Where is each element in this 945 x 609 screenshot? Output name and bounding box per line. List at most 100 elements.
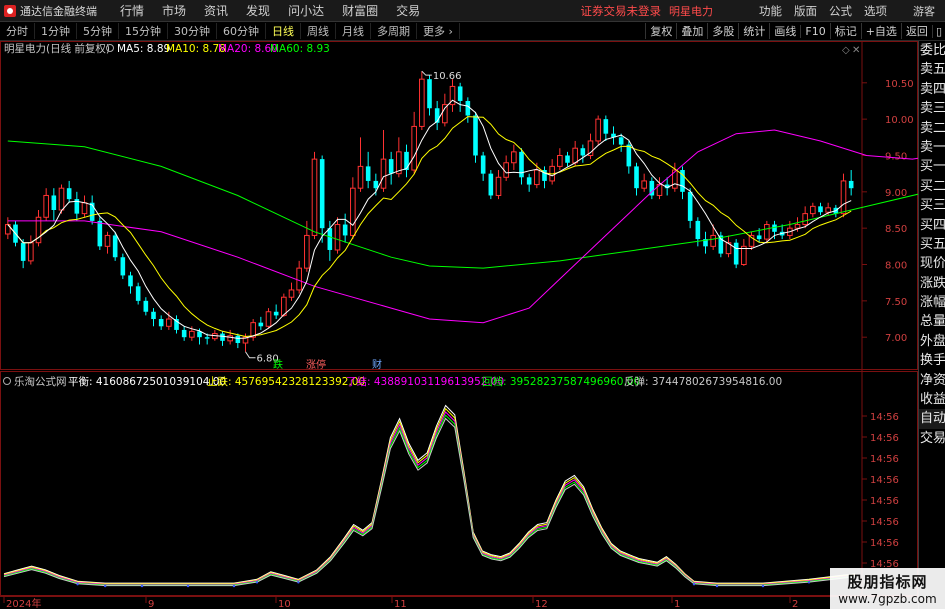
side-buy2[interactable]: 买二 [919,177,945,196]
candle-body [511,151,517,164]
period-monthly[interactable]: 月线 [336,23,371,39]
ma5-line [7,99,852,339]
menu-faxian[interactable]: 发现 [237,2,279,19]
period-5min[interactable]: 5分钟 [77,23,119,39]
candle-body [189,330,195,338]
x-tick-label: 12 [535,599,548,609]
side-sell1[interactable]: 卖一 [919,138,945,157]
price-y-tick-label: 8.00 [885,261,907,272]
high-arrow [421,70,432,76]
side-price[interactable]: 现价 [919,254,945,273]
period-more[interactable]: 更多 › [417,23,460,39]
side-sell4[interactable]: 卖四 [919,80,945,99]
candle-body [128,275,133,287]
menu-shichang[interactable]: 市场 [153,2,195,19]
candle-body [304,234,310,269]
diamond-icon[interactable]: ◇ [842,45,850,56]
side-trade[interactable]: 交易 [919,429,945,448]
tool-duogu[interactable]: 多股 [707,23,738,39]
period-60min[interactable]: 60分钟 [217,23,266,39]
candle-body [365,166,371,181]
candle-body [480,155,486,174]
indicator-y-tick-label: 14:56 [870,454,899,465]
ma60-line [7,140,918,269]
indicator-line-0 [3,404,856,584]
period-1min[interactable]: 1分钟 [35,23,77,39]
menu-zixun[interactable]: 资讯 [195,2,237,19]
indicator-baseline-dot [807,581,811,584]
tool-back[interactable]: 返回 [900,23,932,39]
side-change[interactable]: 涨跌 [919,274,945,293]
price-y-tick-label: 10.50 [885,79,914,90]
tool-add-favorite[interactable]: +自选 [860,23,901,39]
close-panel-icon[interactable]: ✕ [852,45,860,56]
watermark-title: 股朋指标网 [847,573,928,591]
tool-biaoji[interactable]: 标记 [829,23,861,39]
candle-body [818,206,823,213]
ma10-line [7,116,852,338]
period-multi[interactable]: 多周期 [371,23,417,39]
period-15min[interactable]: 15分钟 [119,23,168,39]
candle-body [580,148,586,156]
side-volume[interactable]: 总量 [919,312,945,331]
low-arrow [245,351,256,359]
side-sell5[interactable]: 卖五 [919,60,945,79]
candle-body [802,213,808,226]
side-change-pct[interactable]: 涨幅 [919,293,945,312]
chart-area[interactable]: 明星电力(日线 前复权) MA5: 8.89 MA10: 8.78 MA20: … [0,41,918,609]
side-buy1[interactable]: 买一 [919,157,945,176]
candle-body [258,322,264,327]
menu-gongshi[interactable]: 公式 [823,3,858,19]
side-weibi[interactable]: 委比 [919,41,945,60]
menu-banmian[interactable]: 版面 [788,3,823,19]
period-toolbar: 分时 1分钟 5分钟 15分钟 30分钟 60分钟 日线 周线 月线 多周期 更… [0,22,945,41]
side-auto[interactable]: 自动 [919,409,945,429]
tool-f10[interactable]: F10 [800,24,829,38]
guest-user[interactable]: 游客 [913,3,935,19]
side-buy5[interactable]: 买五 [919,235,945,254]
period-daily[interactable]: 日线 [266,23,301,39]
menu-wenxiaoda[interactable]: 问小达 [279,2,333,19]
signal-die: 跌 [273,358,283,371]
candle-body [404,151,409,171]
period-30min[interactable]: 30分钟 [168,23,217,39]
x-tick-label: 1 [674,599,680,609]
x-tick-label: 9 [148,599,154,609]
price-y-axis: 10.5010.009.509.008.508.007.507.00 [862,79,914,344]
menu-hangqing[interactable]: 行情 [111,2,153,19]
side-turnover[interactable]: 换手 [919,351,945,370]
chevron-right-icon: › [448,25,453,38]
side-sell2[interactable]: 卖二 [919,119,945,138]
indicator-y-tick-label: 14:56 [870,412,899,423]
menu-xuanxiang[interactable]: 选项 [858,3,893,19]
period-weekly[interactable]: 周线 [301,23,336,39]
menu-gongneng[interactable]: 功能 [753,3,788,19]
side-buy4[interactable]: 买四 [919,216,945,235]
indicator-zhidie: 止跌: 45769542328123392.00 [207,375,365,388]
indicator-lines [3,404,856,588]
indicator-settings-icon[interactable] [3,377,11,385]
side-net-assets[interactable]: 净资 [919,371,945,390]
candle-body [495,176,502,196]
tool-fuquan[interactable]: 复权 [645,23,676,39]
side-sell3[interactable]: 卖三 [919,99,945,118]
tool-huaxian[interactable]: 画线 [769,23,800,39]
side-eps[interactable]: 收益 [919,390,945,409]
side-buy3[interactable]: 买三 [919,196,945,215]
menu-caifuquan[interactable]: 财富圈 [333,2,387,19]
ma10-label: MA10: 8.78 [166,43,226,55]
menu-jiaoyi[interactable]: 交易 [387,2,429,19]
x-tick-label: 10 [278,599,291,609]
candle-body [840,180,847,215]
tool-tongji[interactable]: 统计 [738,23,769,39]
tool-diejia[interactable]: 叠加 [676,23,707,39]
indicator-baseline-dot [297,581,300,584]
candle-body [526,177,532,185]
side-outer[interactable]: 外盘 [919,332,945,351]
candle-body [488,173,494,196]
period-fenshi[interactable]: 分时 [0,23,35,39]
current-stock-name: 明星电力 [669,4,713,18]
trade-login-warning[interactable]: 证券交易未登录 [581,3,662,19]
window-minimize-icon[interactable]: ▯ [931,24,945,38]
price-panel-title: 明星电力(日线 前复权) [4,42,110,55]
